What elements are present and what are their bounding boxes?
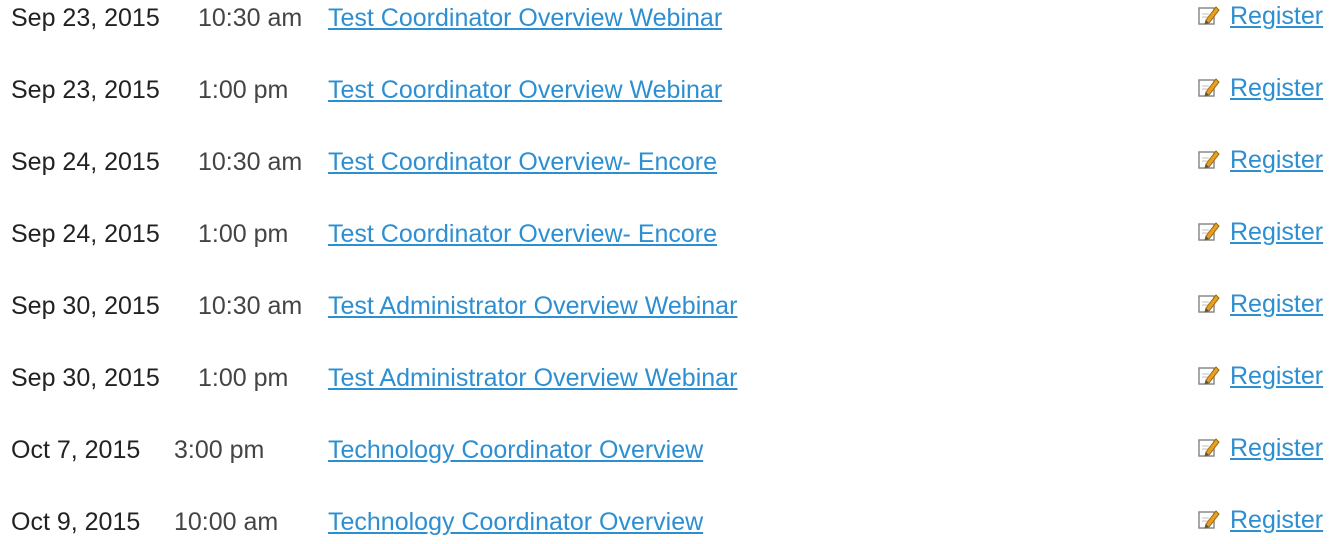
event-time: 1:00 pm	[198, 76, 289, 104]
register-label: Register	[1230, 362, 1324, 390]
edit-pencil-icon	[1198, 78, 1220, 97]
edit-pencil-icon	[1198, 6, 1220, 25]
event-date: Sep 24, 2015	[11, 220, 160, 248]
event-row: Sep 23, 2015 1:00 pm Test Coordinator Ov…	[0, 72, 1341, 112]
register-button[interactable]: Register	[1198, 146, 1323, 175]
register-label: Register	[1230, 2, 1324, 30]
event-title-link[interactable]: Test Coordinator Overview Webinar	[328, 76, 722, 105]
event-title-link[interactable]: Test Administrator Overview Webinar	[328, 364, 737, 393]
register-label: Register	[1230, 74, 1324, 102]
event-date: Sep 30, 2015	[11, 292, 160, 320]
register-label: Register	[1230, 290, 1324, 318]
event-date: Sep 30, 2015	[11, 364, 160, 392]
edit-pencil-icon	[1198, 510, 1220, 529]
event-row: Oct 7, 2015 3:00 pm Technology Coordinat…	[0, 432, 1341, 472]
event-time: 10:30 am	[198, 148, 303, 176]
event-title-link[interactable]: Technology Coordinator Overview	[328, 436, 703, 465]
event-time: 10:30 am	[198, 4, 303, 32]
event-row: Sep 23, 2015 10:30 am Test Coordinator O…	[0, 0, 1341, 40]
register-label: Register	[1230, 146, 1324, 174]
edit-pencil-icon	[1198, 366, 1220, 385]
register-label: Register	[1230, 506, 1324, 534]
edit-pencil-icon	[1198, 222, 1220, 241]
event-date: Sep 23, 2015	[11, 76, 160, 104]
register-button[interactable]: Register	[1198, 434, 1323, 463]
event-time: 1:00 pm	[198, 364, 289, 392]
register-label: Register	[1230, 434, 1324, 462]
event-title-link[interactable]: Test Coordinator Overview- Encore	[328, 220, 717, 249]
event-time: 10:00 am	[174, 508, 279, 536]
event-row: Sep 30, 2015 1:00 pm Test Administrator …	[0, 360, 1341, 400]
register-button[interactable]: Register	[1198, 74, 1323, 103]
event-row: Sep 30, 2015 10:30 am Test Administrator…	[0, 288, 1341, 328]
register-label: Register	[1230, 218, 1324, 246]
edit-pencil-icon	[1198, 150, 1220, 169]
edit-pencil-icon	[1198, 438, 1220, 457]
register-button[interactable]: Register	[1198, 2, 1323, 31]
event-title-link[interactable]: Test Coordinator Overview- Encore	[328, 148, 717, 177]
register-button[interactable]: Register	[1198, 506, 1323, 535]
event-date: Sep 23, 2015	[11, 4, 160, 32]
event-date: Sep 24, 2015	[11, 148, 160, 176]
edit-pencil-icon	[1198, 294, 1220, 313]
event-date: Oct 7, 2015	[11, 436, 141, 464]
event-title-link[interactable]: Test Administrator Overview Webinar	[328, 292, 737, 321]
event-time: 3:00 pm	[174, 436, 265, 464]
event-date: Oct 9, 2015	[11, 508, 141, 536]
event-time: 1:00 pm	[198, 220, 289, 248]
register-button[interactable]: Register	[1198, 362, 1323, 391]
event-row: Oct 9, 2015 10:00 am Technology Coordina…	[0, 504, 1341, 544]
register-button[interactable]: Register	[1198, 218, 1323, 247]
event-time: 10:30 am	[198, 292, 303, 320]
event-title-link[interactable]: Technology Coordinator Overview	[328, 508, 703, 537]
register-button[interactable]: Register	[1198, 290, 1323, 319]
event-row: Sep 24, 2015 10:30 am Test Coordinator O…	[0, 144, 1341, 184]
event-title-link[interactable]: Test Coordinator Overview Webinar	[328, 4, 722, 33]
event-row: Sep 24, 2015 1:00 pm Test Coordinator Ov…	[0, 216, 1341, 256]
